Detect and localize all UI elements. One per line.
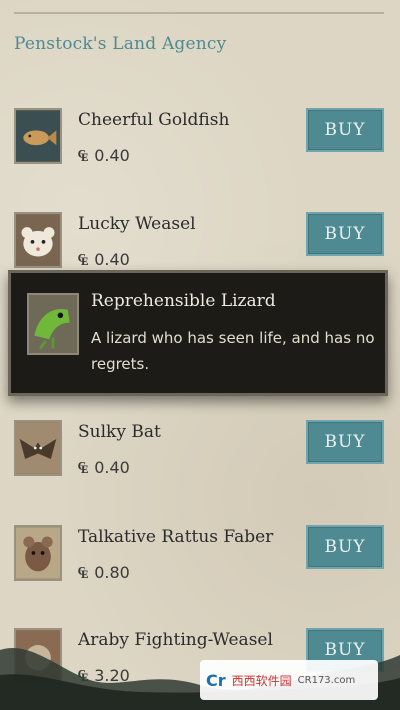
echo-icon: ₠ <box>78 458 89 477</box>
top-divider <box>14 12 384 14</box>
item-price: ₠ 0.40 <box>78 250 130 269</box>
weasel-icon <box>14 212 62 268</box>
echo-icon: ₠ <box>78 563 89 582</box>
item-price: ₠ 3.20 <box>78 666 130 685</box>
goldfish-icon <box>14 108 62 164</box>
item-price: ₠ 0.40 <box>78 458 130 477</box>
echo-icon: ₠ <box>78 146 89 165</box>
item-name: Sulky Bat <box>78 422 161 442</box>
item-name: Cheerful Goldfish <box>78 110 230 130</box>
item-name: Lucky Weasel <box>78 214 196 234</box>
buy-button[interactable]: BUY <box>306 525 384 569</box>
rat-icon <box>14 525 62 581</box>
echo-icon: ₠ <box>78 666 89 685</box>
watermark-text: 西西软件园 <box>231 673 292 688</box>
item-name: Araby Fighting-Weasel <box>78 630 273 650</box>
shop-title: Penstock's Land Agency <box>14 34 227 54</box>
tooltip-description: A lizard who has seen life, and has no r… <box>91 329 375 373</box>
item-price: ₠ 0.80 <box>78 563 130 582</box>
buy-button[interactable]: BUY <box>306 420 384 464</box>
buy-button[interactable]: BUY <box>306 212 384 256</box>
buy-button[interactable]: BUY <box>306 108 384 152</box>
lizard-icon <box>27 293 79 355</box>
list-item: Sulky Bat ₠ 0.40 BUY <box>14 420 384 482</box>
bat-icon <box>14 420 62 476</box>
fighting-weasel-icon <box>14 628 62 684</box>
list-item: Talkative Rattus Faber ₠ 0.80 BUY <box>14 525 384 587</box>
list-item: Cheerful Goldfish ₠ 0.40 BUY <box>14 108 384 170</box>
item-name: Talkative Rattus Faber <box>78 527 274 547</box>
echo-icon: ₠ <box>78 250 89 269</box>
watermark-url: CR173.com <box>297 674 356 686</box>
watermark-logo: Cr <box>206 670 226 690</box>
tooltip-title: Reprehensible Lizard <box>91 291 276 311</box>
item-tooltip: Reprehensible Lizard A lizard who has se… <box>8 270 388 396</box>
list-item: Lucky Weasel ₠ 0.40 BUY <box>14 212 384 274</box>
item-price: ₠ 0.40 <box>78 146 130 165</box>
site-watermark: Cr 西西软件园 CR173.com <box>200 660 378 700</box>
